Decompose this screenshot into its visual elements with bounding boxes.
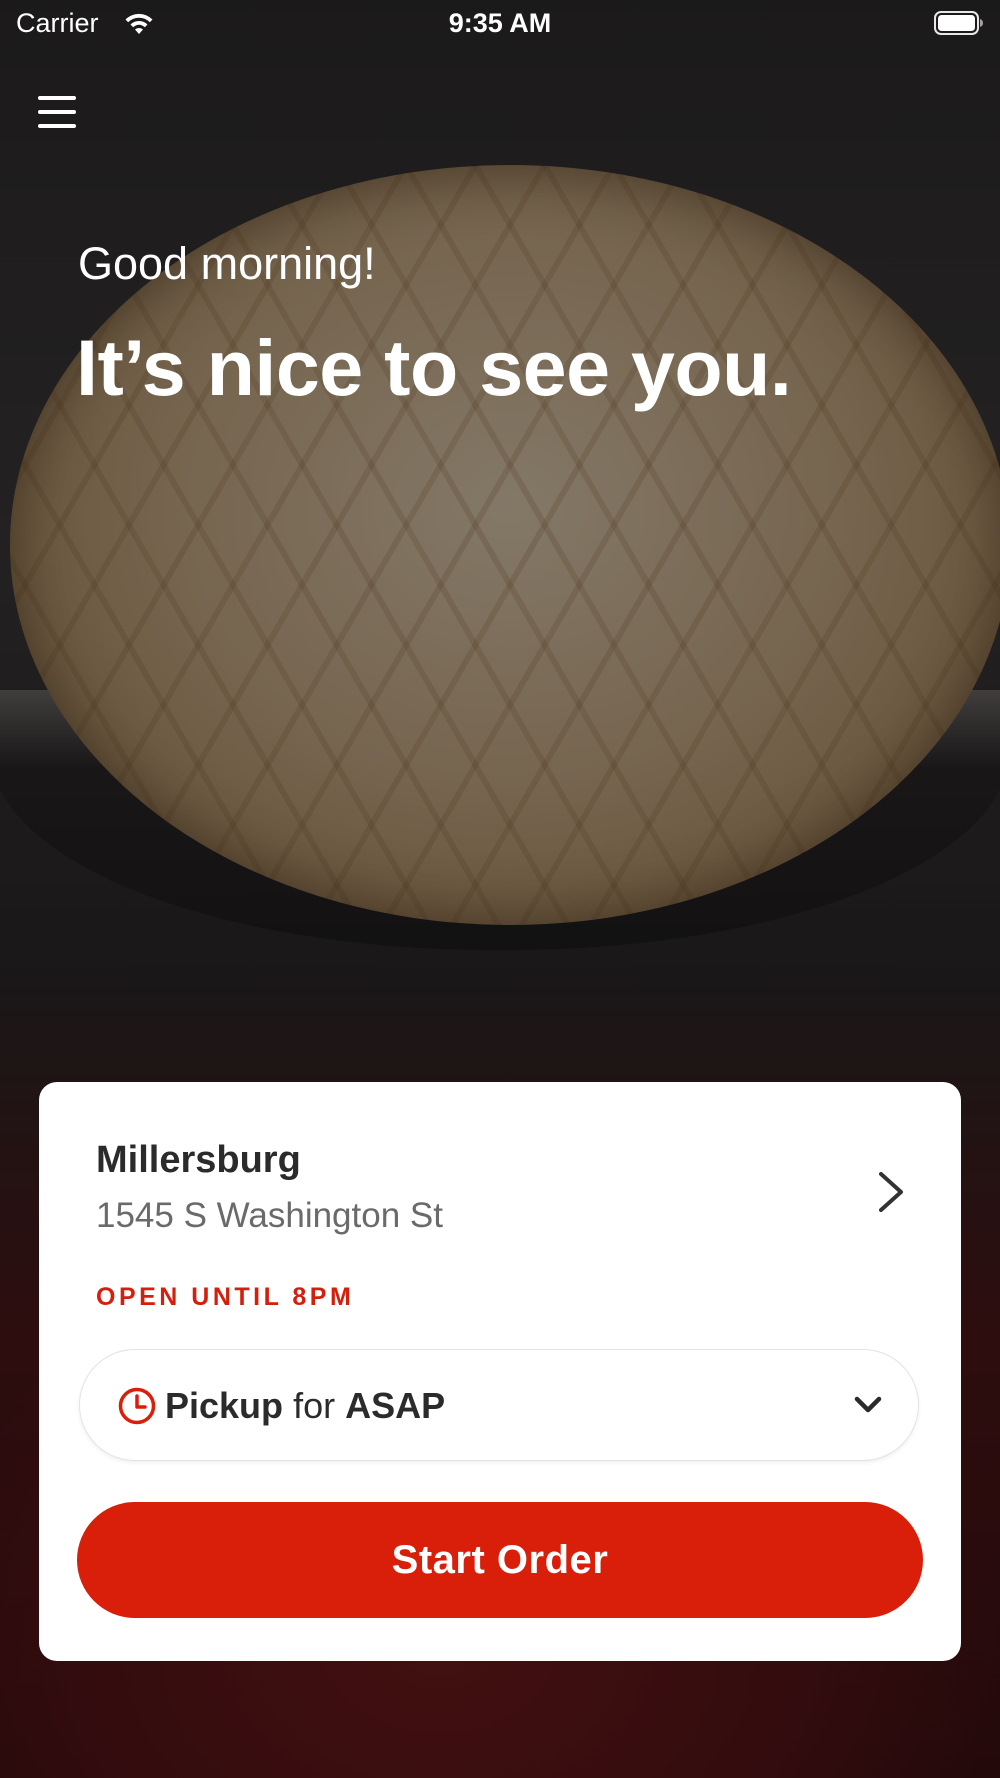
headline-text: It’s nice to see you. bbox=[76, 323, 792, 412]
order-time: ASAP bbox=[345, 1385, 446, 1426]
chevron-right-icon bbox=[879, 1172, 903, 1212]
status-bar: Carrier 9:35 AM bbox=[0, 0, 1000, 50]
status-time: 9:35 AM bbox=[448, 8, 552, 38]
order-method: Pickup bbox=[165, 1385, 284, 1426]
order-card: Millersburg 1545 S Washington St OPEN UN… bbox=[39, 1082, 961, 1661]
location-name: Millersburg bbox=[96, 1139, 301, 1181]
chevron-down-icon bbox=[854, 1396, 882, 1413]
start-order-button[interactable]: Start Order bbox=[77, 1502, 923, 1618]
battery-icon bbox=[934, 11, 983, 35]
hours-status: OPEN UNTIL 8PM bbox=[96, 1283, 355, 1311]
location-address: 1545 S Washington St bbox=[96, 1196, 443, 1235]
order-connector: for bbox=[293, 1385, 336, 1426]
location-selector[interactable]: Millersburg 1545 S Washington St bbox=[39, 1082, 961, 1252]
home-screen: Carrier 9:35 AM Good morning! It’s nice … bbox=[0, 0, 1000, 1778]
greeting-text: Good morning! bbox=[78, 238, 376, 289]
clock-icon bbox=[118, 1387, 156, 1425]
pickup-time-dropdown[interactable]: Pickup for ASAP bbox=[79, 1349, 919, 1461]
menu-button[interactable] bbox=[36, 92, 80, 132]
pickup-summary: Pickup for ASAP bbox=[165, 1385, 445, 1427]
